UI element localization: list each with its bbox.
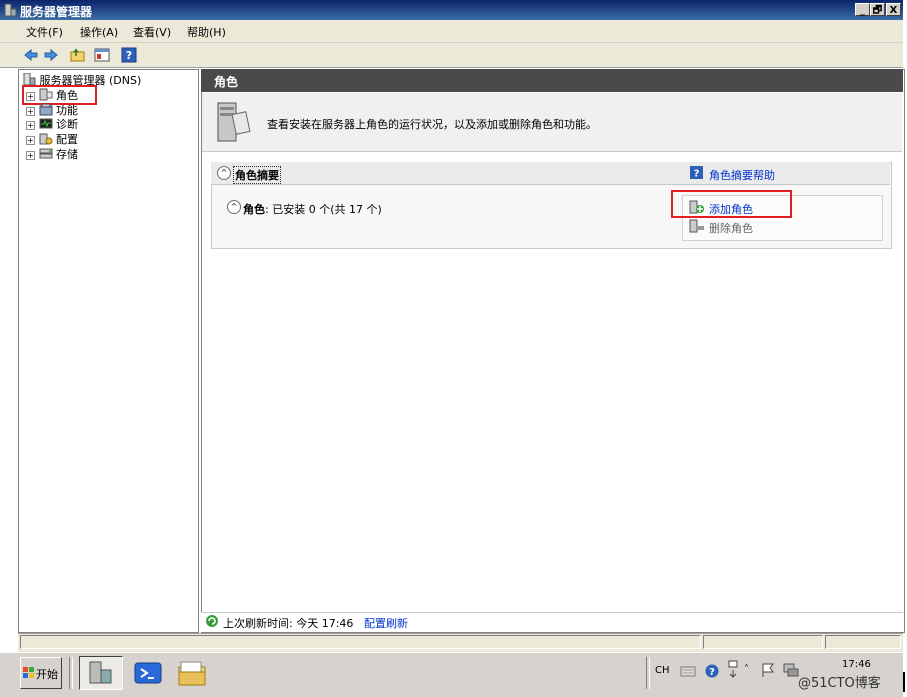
pane-header-title: 角色 (214, 75, 239, 89)
roles-summary-title[interactable]: 角色摘要 (233, 166, 281, 184)
expand-icon[interactable]: + (26, 121, 35, 130)
close-button[interactable]: X (886, 3, 901, 16)
roles-status: 角色: 已安装 0 个(共 17 个) (243, 201, 382, 217)
description-text: 查看安装在服务器上角色的运行状况，以及添加或删除角色和功能。 (267, 118, 597, 131)
svg-text:?: ? (126, 49, 132, 62)
last-refresh-text: 上次刷新时间: 今天 17:46 (223, 617, 354, 630)
menu-action[interactable]: 操作(A) (80, 24, 118, 40)
tray-options-icon[interactable] (728, 660, 738, 680)
tree-item-storage-label: 存储 (56, 148, 78, 161)
action-center-flag-icon[interactable] (760, 662, 776, 678)
up-folder-icon[interactable] (70, 47, 86, 63)
status-segment (703, 635, 823, 649)
watermark-text: @51CTO博客 (798, 676, 881, 691)
show-hidden-icons-chevron[interactable]: ˄ (744, 664, 749, 675)
tree-item-storage[interactable]: + 存储 (26, 146, 78, 161)
tray-divider (646, 657, 650, 689)
remove-roles-link[interactable]: 删除角色 (709, 220, 753, 236)
minimize-button[interactable]: _ (855, 3, 870, 16)
server-manager-taskbar-button[interactable] (79, 656, 123, 690)
collapse-roles-icon[interactable]: ^ (227, 200, 241, 214)
refresh-icon (206, 615, 218, 627)
server-manager-icon (4, 3, 17, 17)
menu-file[interactable]: 文件(F) (26, 24, 63, 40)
input-language[interactable]: CH (655, 665, 670, 676)
roles-label: 角色 (243, 203, 265, 216)
configuration-icon (39, 133, 52, 145)
powershell-icon[interactable] (134, 660, 162, 686)
network-icon[interactable] (783, 662, 799, 678)
keyboard-icon[interactable] (680, 664, 696, 678)
menu-help[interactable]: 帮助(H) (187, 24, 226, 40)
pane-header: 角色 (201, 69, 903, 92)
configure-refresh-link[interactable]: 配置刷新 (364, 615, 408, 631)
tree-item-features[interactable]: + 功能 (26, 102, 78, 117)
svg-text:?: ? (694, 169, 700, 180)
features-icon (39, 103, 52, 116)
highlight-add-roles-box (671, 190, 792, 218)
start-label: 开始 (36, 668, 58, 681)
expand-icon[interactable]: + (26, 107, 35, 116)
roles-summary-help-link[interactable]: 角色摘要帮助 (709, 167, 775, 183)
title-bar (0, 0, 903, 20)
start-button[interactable]: 开始 (20, 657, 62, 689)
clock[interactable]: 17:46 (842, 659, 871, 670)
tree-item-diagnostics[interactable]: + 诊断 (26, 116, 78, 131)
svg-text:?: ? (709, 667, 715, 678)
server-manager-icon (89, 661, 112, 684)
tree-item-configuration[interactable]: + 配置 (26, 131, 78, 146)
forward-arrow-icon[interactable] (43, 47, 59, 63)
cursor-bar (903, 672, 905, 692)
help-icon[interactable]: ? (121, 47, 137, 63)
menu-view[interactable]: 查看(V) (133, 24, 171, 40)
storage-icon (39, 148, 52, 159)
status-segment (20, 635, 701, 649)
status-segment (825, 635, 901, 649)
roles-summary-header (211, 162, 890, 185)
maximize-button[interactable]: 🗗 (870, 3, 885, 16)
tree-item-diagnostics-label: 诊断 (56, 118, 78, 131)
help-icon[interactable]: ? (690, 166, 703, 179)
windows-logo-icon (23, 667, 34, 678)
roles-server-icon (217, 102, 251, 142)
back-arrow-icon[interactable] (23, 47, 39, 63)
roles-status-text: : 已安装 0 个(共 17 个) (265, 203, 382, 216)
tree-root[interactable]: 服务器管理器 (DNS) (22, 72, 141, 87)
window-title: 服务器管理器 (20, 5, 93, 19)
tree-item-configuration-label: 配置 (56, 133, 78, 146)
show-hide-tree-icon[interactable] (94, 47, 110, 63)
details-pane (201, 69, 905, 633)
remove-roles-icon (689, 219, 704, 233)
taskbar-divider (69, 657, 73, 689)
diagnostics-icon (39, 118, 52, 129)
help-circle-icon[interactable]: ? (705, 664, 719, 678)
collapse-icon[interactable]: ^ (217, 166, 231, 180)
file-explorer-icon[interactable] (177, 658, 207, 688)
expand-icon[interactable]: + (26, 151, 35, 160)
expand-icon[interactable]: + (26, 136, 35, 145)
